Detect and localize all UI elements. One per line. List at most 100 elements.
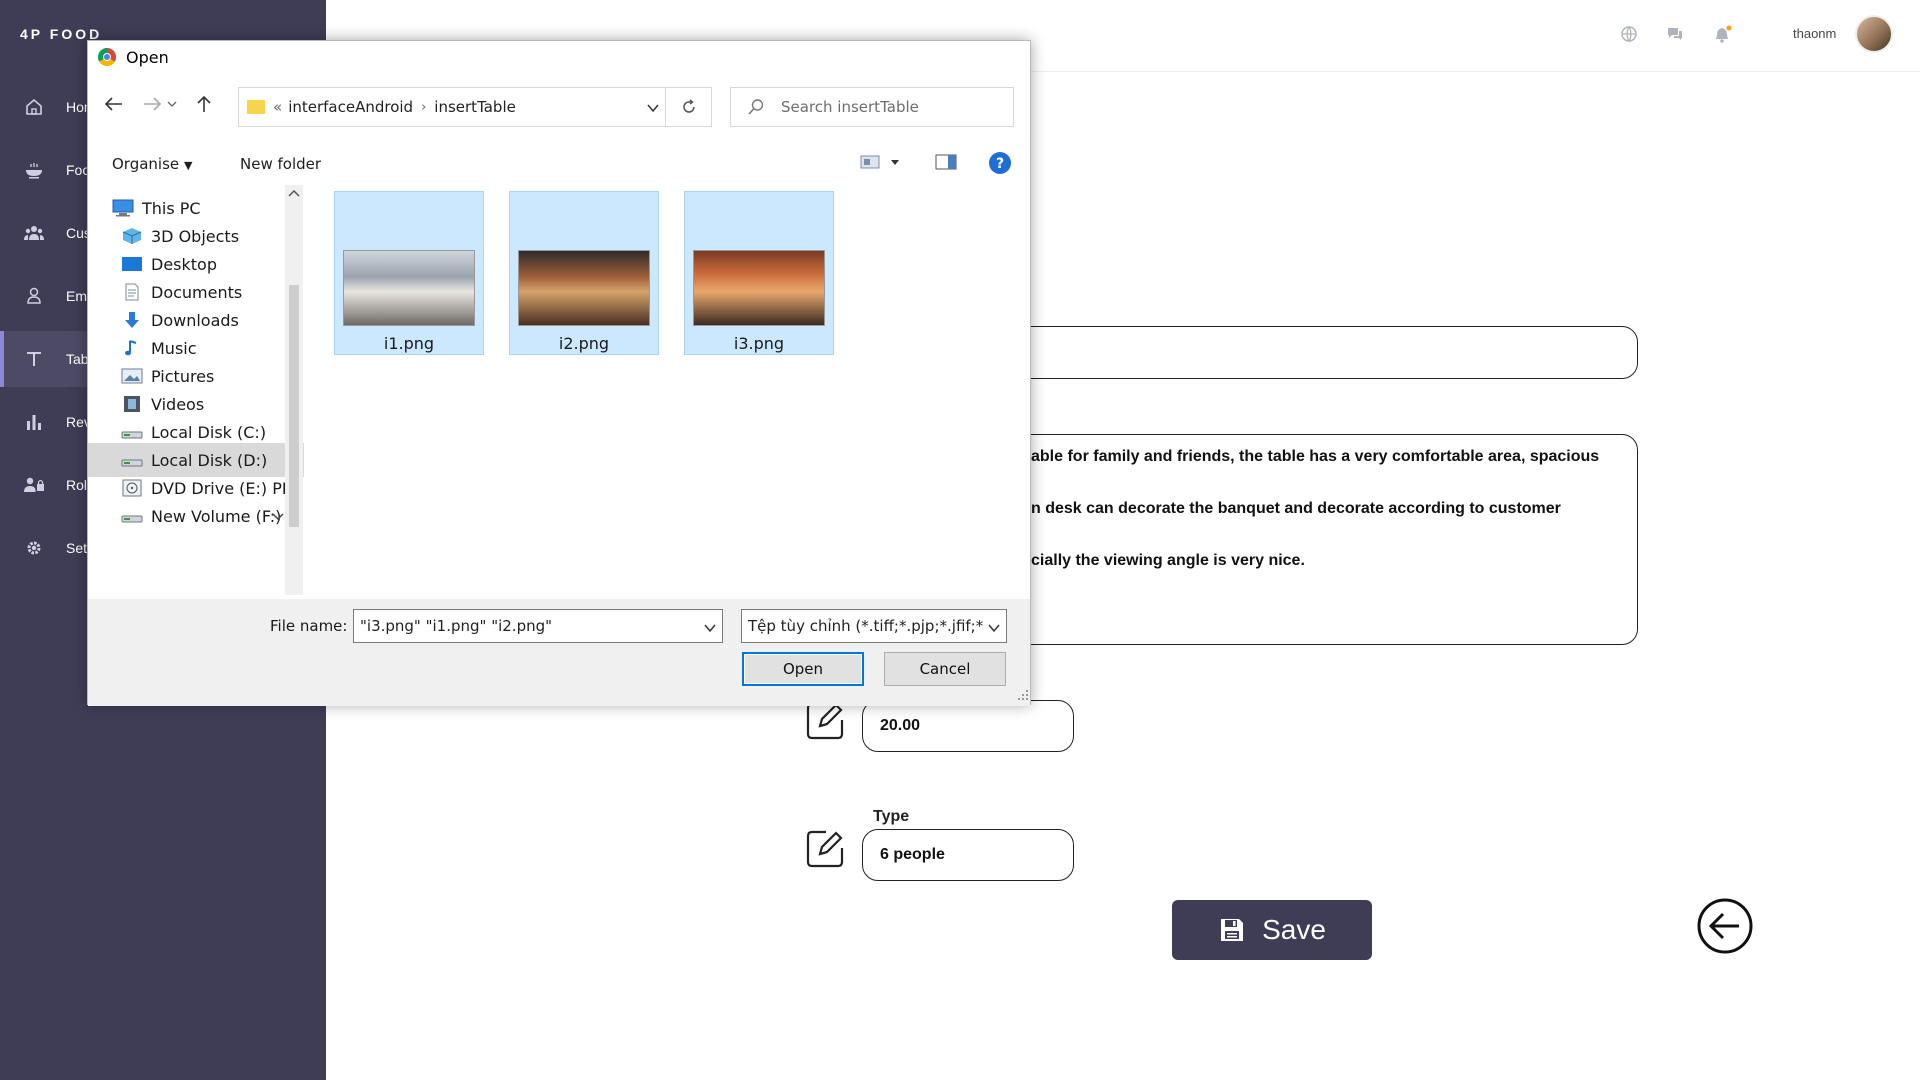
search-icon xyxy=(748,99,764,115)
open-file-dialog: Open « interfaceAndroid › insertTable Se… xyxy=(87,40,1031,706)
cancel-button[interactable]: Cancel xyxy=(884,652,1006,686)
username[interactable]: thaonm xyxy=(1793,26,1836,41)
new-folder-button[interactable]: New folder xyxy=(240,155,321,173)
chat-icon[interactable] xyxy=(1666,25,1684,43)
save-label: Save xyxy=(1262,914,1326,945)
name-field[interactable] xyxy=(1000,326,1638,379)
dialog-title-bar[interactable]: Open xyxy=(88,41,1030,73)
document-icon xyxy=(121,283,143,301)
preview-pane-icon[interactable] xyxy=(935,153,957,175)
picture-icon xyxy=(121,367,143,385)
chevron-right-icon: › xyxy=(421,99,427,115)
help-icon[interactable]: ? xyxy=(988,151,1012,179)
file-name: i1.png xyxy=(383,334,435,353)
drive-icon xyxy=(121,451,143,469)
tree-item-label: Documents xyxy=(151,282,243,302)
text-icon xyxy=(23,348,45,370)
file-item[interactable]: i1.png xyxy=(334,191,484,355)
breadcrumb-overflow[interactable]: « xyxy=(273,98,282,116)
tree-item-label: Pictures xyxy=(151,366,215,386)
address-bar[interactable]: « interfaceAndroid › insertTable xyxy=(238,87,712,127)
scrollbar-thumb[interactable] xyxy=(289,285,299,527)
tree-item-label: New Volume (F:) xyxy=(151,506,282,526)
users-icon xyxy=(23,222,45,244)
chevron-down-icon[interactable] xyxy=(647,100,659,118)
bell-icon[interactable] xyxy=(1713,25,1732,43)
avatar[interactable] xyxy=(1855,15,1893,53)
file-name-label: File name: xyxy=(270,617,348,635)
desktop-icon xyxy=(121,255,143,273)
chevron-up-icon[interactable] xyxy=(285,186,303,200)
tree-item-label: 3D Objects xyxy=(151,226,240,246)
floppy-disk-icon xyxy=(1221,919,1244,941)
food-bowl-icon xyxy=(23,159,45,181)
tree-item-label: Desktop xyxy=(151,254,217,274)
chrome-logo-icon xyxy=(98,48,116,66)
description-line: n desk can decorate the banquet and deco… xyxy=(1031,500,1561,517)
tree-item[interactable]: New Volume (F:) xyxy=(88,499,304,533)
person-icon xyxy=(23,285,45,307)
breadcrumb-item[interactable]: insertTable xyxy=(434,98,516,116)
tree-item-label: Videos xyxy=(151,394,205,414)
resize-grip-icon[interactable] xyxy=(1018,685,1028,704)
file-item[interactable]: i3.png xyxy=(684,191,834,355)
command-bar: Organise ▼ New folder ? xyxy=(88,145,1030,181)
file-item[interactable]: i2.png xyxy=(509,191,659,355)
bar-chart-icon xyxy=(23,411,45,433)
save-button[interactable]: Save xyxy=(1172,900,1372,960)
chevron-down-icon xyxy=(985,620,1000,638)
globe-icon[interactable] xyxy=(1620,25,1638,43)
navigation-tree: This PC 3D Objects Desktop Documents Downloa… xyxy=(88,185,304,595)
svg-text:?: ? xyxy=(996,156,1004,172)
dvd-icon xyxy=(121,479,143,497)
back-arrow-icon[interactable] xyxy=(101,91,127,117)
tree-item-label: Local Disk (C:) xyxy=(151,422,267,442)
tree-item-label: This PC xyxy=(142,198,201,218)
back-arrow-icon[interactable] xyxy=(1697,898,1753,954)
download-arrow-icon xyxy=(121,311,143,329)
type-label: Type xyxy=(873,808,910,825)
forward-arrow-icon[interactable] xyxy=(139,91,165,117)
folder-icon xyxy=(247,100,265,114)
recent-locations-chevron-icon[interactable] xyxy=(163,91,181,117)
view-options-icon[interactable] xyxy=(859,153,903,175)
up-arrow-icon[interactable] xyxy=(191,91,217,117)
image-thumbnail xyxy=(693,250,825,326)
tree-item-label: Downloads xyxy=(151,310,239,330)
price-field[interactable]: 20.00 xyxy=(862,700,1074,752)
gear-icon xyxy=(23,537,45,559)
file-name-value: "i3.png" "i1.png" "i2.png" xyxy=(360,617,553,635)
description-line: able for family and friends, the table h… xyxy=(1031,448,1600,465)
user-lock-icon xyxy=(23,474,45,496)
dialog-title: Open xyxy=(126,47,169,67)
computer-icon xyxy=(112,199,134,217)
film-icon xyxy=(121,395,143,413)
open-button[interactable]: Open xyxy=(742,652,864,686)
refresh-icon[interactable] xyxy=(665,88,711,126)
type-field[interactable]: 6 people xyxy=(862,829,1074,881)
drive-icon xyxy=(121,423,143,441)
navigation-scrollbar[interactable] xyxy=(285,185,303,595)
music-note-icon xyxy=(121,339,143,357)
breadcrumb-item[interactable]: interfaceAndroid xyxy=(288,98,413,116)
search-placeholder: Search insertTable xyxy=(781,98,919,116)
chevron-down-icon[interactable] xyxy=(272,507,284,526)
cube-icon xyxy=(121,227,143,245)
description-line: cially the viewing angle is very nice. xyxy=(1031,552,1305,569)
organise-menu[interactable]: Organise ▼ xyxy=(112,155,192,173)
image-thumbnail xyxy=(518,250,650,326)
home-icon xyxy=(23,96,45,118)
chevron-down-icon[interactable] xyxy=(704,620,716,638)
file-type-value: Tệp tùy chỉnh (*.tiff;*.pjp;*.jfif;* xyxy=(748,617,984,635)
edit-icon xyxy=(804,700,846,742)
dialog-footer: File name: "i3.png" "i1.png" "i2.png" Tệ… xyxy=(88,599,1030,706)
tree-item-label: DVD Drive (E:) PF xyxy=(151,478,292,498)
search-input[interactable]: Search insertTable xyxy=(730,87,1014,127)
file-name-input[interactable]: "i3.png" "i1.png" "i2.png" xyxy=(353,609,723,643)
image-thumbnail xyxy=(343,250,475,326)
tree-item-label: Music xyxy=(151,338,197,358)
edit-icon xyxy=(804,828,846,870)
tree-item-label: Local Disk (D:) xyxy=(151,450,268,470)
file-type-select[interactable]: Tệp tùy chỉnh (*.tiff;*.pjp;*.jfif;* xyxy=(741,609,1007,643)
file-name: i3.png xyxy=(733,334,785,353)
